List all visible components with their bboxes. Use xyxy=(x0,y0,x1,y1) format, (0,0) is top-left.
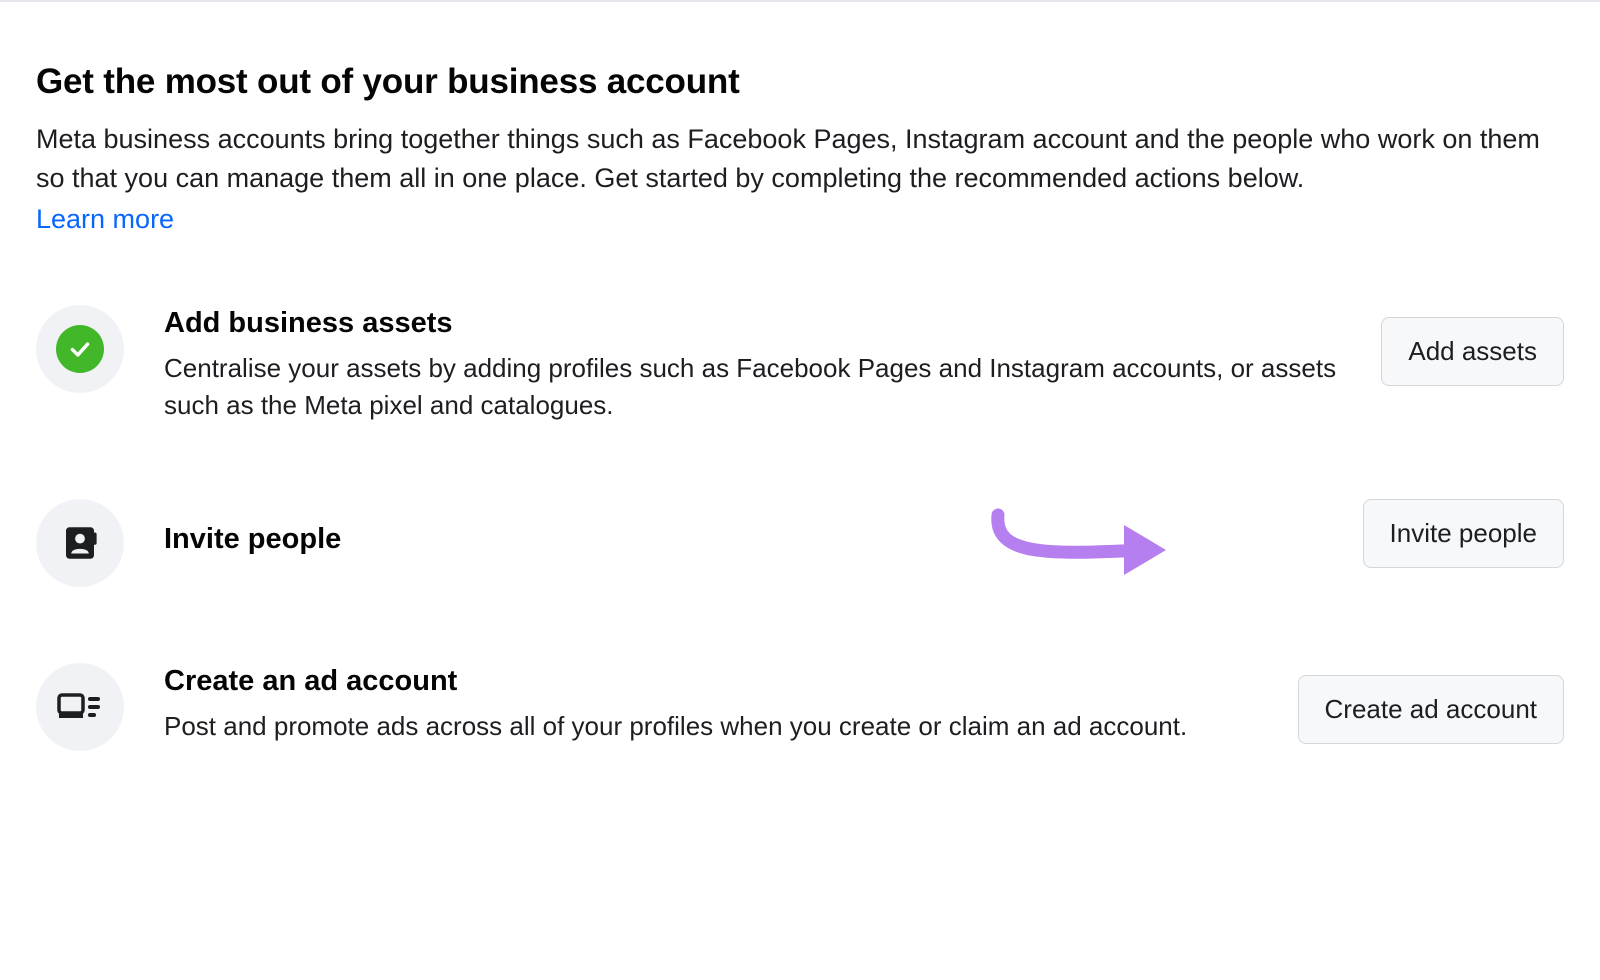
action-description: Post and promote ads across all of your … xyxy=(164,708,1258,744)
action-content: Invite people xyxy=(164,521,1323,566)
page-description: Meta business accounts bring together th… xyxy=(36,120,1564,198)
ad-account-icon xyxy=(36,663,124,751)
learn-more-link[interactable]: Learn more xyxy=(36,204,174,235)
action-content: Create an ad account Post and promote ad… xyxy=(164,663,1258,744)
invite-people-icon xyxy=(36,499,124,587)
ad-account-glyph-icon xyxy=(57,689,103,725)
action-title: Invite people xyxy=(164,523,1323,556)
create-ad-account-button[interactable]: Create ad account xyxy=(1298,675,1564,744)
action-content: Add business assets Centralise your asse… xyxy=(164,305,1341,423)
add-assets-button[interactable]: Add assets xyxy=(1381,317,1564,386)
action-row-create-ad-account: Create an ad account Post and promote ad… xyxy=(36,663,1564,751)
action-title: Add business assets xyxy=(164,307,1341,340)
action-description: Centralise your assets by adding profile… xyxy=(164,350,1341,423)
page-title: Get the most out of your business accoun… xyxy=(36,62,1564,102)
onboarding-panel: Get the most out of your business accoun… xyxy=(0,2,1600,787)
action-list: Add business assets Centralise your asse… xyxy=(36,305,1564,751)
action-row-add-assets: Add business assets Centralise your asse… xyxy=(36,305,1564,423)
action-title: Create an ad account xyxy=(164,665,1258,698)
check-icon xyxy=(56,325,104,373)
header-section: Get the most out of your business accoun… xyxy=(36,62,1564,235)
invite-people-button[interactable]: Invite people xyxy=(1363,499,1564,568)
person-card-icon xyxy=(59,522,101,564)
action-row-invite-people: Invite people Invite people xyxy=(36,499,1564,587)
status-icon-complete xyxy=(36,305,124,393)
